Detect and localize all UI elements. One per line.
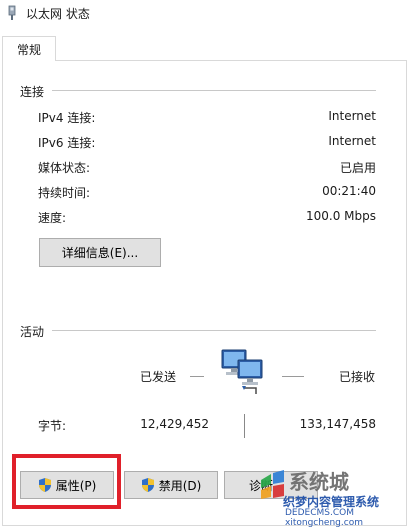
duration-label: 持续时间: bbox=[38, 186, 91, 200]
ipv6-value: Internet bbox=[328, 134, 376, 148]
watermark-big: 系统城 bbox=[289, 470, 349, 494]
bytes-divider bbox=[244, 414, 245, 438]
title-bar: 以太网 状态 bbox=[0, 0, 411, 26]
media-state-label: 媒体状态: bbox=[38, 161, 91, 175]
ipv4-value: Internet bbox=[328, 109, 376, 123]
received-line bbox=[282, 376, 304, 377]
network-computers-icon bbox=[221, 349, 263, 394]
bytes-received-value: 133,147,458 bbox=[299, 417, 376, 431]
properties-button[interactable]: 属性(P) bbox=[20, 471, 114, 499]
uac-shield-icon bbox=[38, 478, 51, 492]
ipv4-label: IPv4 连接: bbox=[38, 111, 96, 125]
ipv6-label: IPv6 连接: bbox=[38, 136, 96, 150]
duration-value: 00:21:40 bbox=[322, 184, 376, 198]
network-adapter-icon bbox=[8, 5, 16, 20]
watermark-small: DEDECMS.COM xitongcheng.com bbox=[285, 508, 363, 528]
details-button[interactable]: 详细信息(E)... bbox=[39, 238, 161, 267]
uac-shield-icon bbox=[141, 478, 154, 492]
connection-group-title: 连接 bbox=[20, 85, 45, 99]
bytes-sent-value: 12,429,452 bbox=[140, 417, 209, 431]
tab-general[interactable]: 常规 bbox=[2, 36, 56, 61]
speed-value: 100.0 Mbps bbox=[305, 209, 376, 223]
speed-label: 速度: bbox=[38, 211, 67, 225]
disable-label: 禁用(D) bbox=[158, 478, 202, 493]
sent-label: 已发送 bbox=[140, 370, 177, 384]
media-state-value: 已启用 bbox=[339, 161, 376, 175]
connection-divider bbox=[52, 90, 376, 91]
bytes-label: 字节: bbox=[38, 419, 67, 433]
sent-line bbox=[190, 376, 204, 377]
watermark: 系统城 织梦内容管理系统 DEDECMS.COM xitongcheng.com bbox=[255, 466, 405, 528]
activity-group-title: 活动 bbox=[20, 325, 45, 339]
properties-label: 属性(P) bbox=[55, 478, 97, 493]
received-label: 已接收 bbox=[339, 370, 376, 384]
general-panel bbox=[2, 60, 407, 526]
activity-divider bbox=[52, 330, 376, 331]
window-title: 以太网 状态 bbox=[26, 7, 90, 21]
disable-button[interactable]: 禁用(D) bbox=[124, 471, 218, 499]
